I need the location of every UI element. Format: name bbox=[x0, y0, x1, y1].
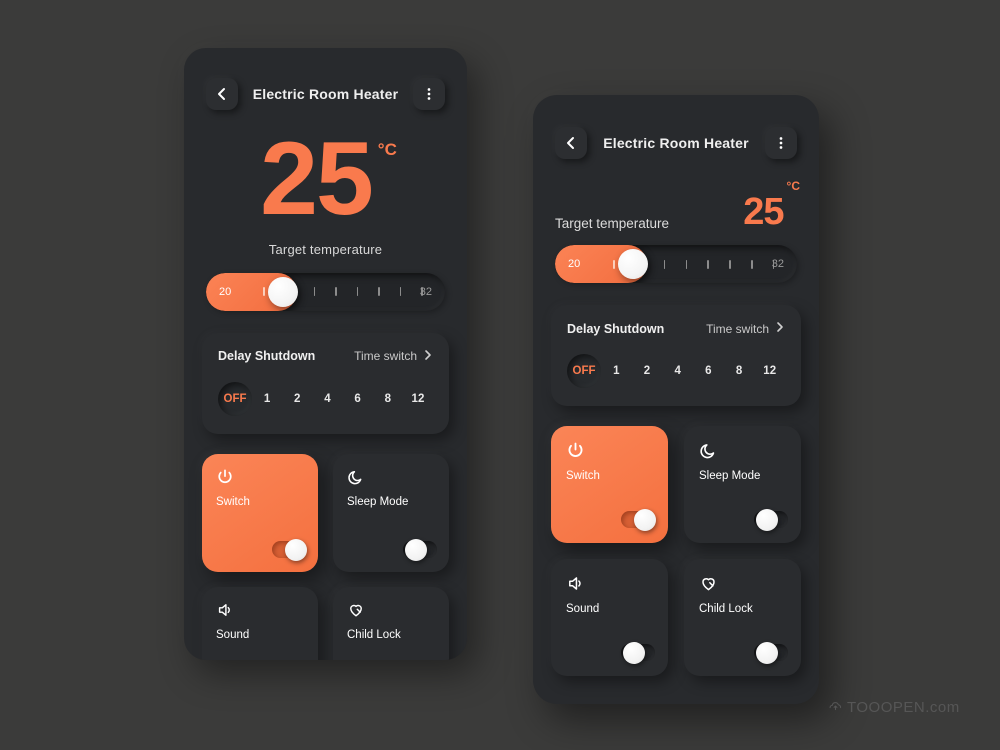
child-lock-icon bbox=[699, 574, 718, 598]
power-icon bbox=[566, 441, 585, 465]
delay-option-off-right[interactable]: OFF bbox=[567, 354, 601, 388]
delay-option-4-right[interactable]: 4 bbox=[662, 365, 693, 377]
temperature-label-right: Target temperature bbox=[555, 216, 670, 231]
temperature-hero: 25 °C bbox=[184, 121, 467, 237]
delay-option-4[interactable]: 4 bbox=[312, 393, 342, 405]
delay-option-2[interactable]: 2 bbox=[282, 393, 312, 405]
tile-label-child-lock: Child Lock bbox=[347, 628, 401, 641]
speaker-icon bbox=[216, 601, 234, 624]
menu-button[interactable] bbox=[412, 78, 445, 110]
more-vertical-icon bbox=[421, 86, 437, 102]
tile-switch[interactable]: Switch bbox=[202, 453, 318, 572]
toggle-knob-sleep-mode-right[interactable] bbox=[756, 509, 778, 531]
tile-child-lock-right[interactable]: Child Lock bbox=[684, 559, 801, 676]
back-button[interactable] bbox=[206, 78, 238, 110]
chevron-left-icon bbox=[563, 135, 579, 151]
watermark: TOOOPEN.com bbox=[828, 698, 960, 717]
toggle-knob-sound-right[interactable] bbox=[623, 642, 645, 664]
tile-label-sound: Sound bbox=[216, 628, 250, 641]
slider-min-label: 20 bbox=[219, 285, 232, 298]
toggle-knob-child-lock-right[interactable] bbox=[756, 642, 778, 664]
slider-wrapper-left: 20 32 bbox=[184, 272, 467, 311]
temperature-readout-right: 25°C bbox=[743, 179, 800, 233]
delay-shutdown-title: Delay Shutdown bbox=[218, 349, 316, 364]
back-button-right[interactable] bbox=[555, 127, 587, 159]
slider-ticks-right bbox=[555, 245, 797, 283]
phone-mockup-left: Electric Room Heater 25 °C Target tempera… bbox=[184, 48, 467, 660]
tile-label-switch-right: Switch bbox=[566, 470, 600, 482]
more-vertical-icon bbox=[773, 135, 789, 151]
delay-shutdown-header: Delay Shutdown Time switch bbox=[218, 349, 433, 364]
delay-option-8[interactable]: 8 bbox=[373, 393, 403, 405]
cloud-home-icon bbox=[828, 698, 843, 717]
delay-shutdown-header-right: Delay Shutdown Time switch bbox=[567, 321, 785, 336]
moon-icon bbox=[699, 441, 718, 465]
delay-option-6[interactable]: 6 bbox=[343, 393, 373, 405]
speaker-icon bbox=[566, 574, 585, 598]
menu-button-right[interactable] bbox=[764, 127, 797, 159]
topbar-left: Electric Room Heater bbox=[184, 48, 467, 110]
tile-sleep-mode[interactable]: Sleep Mode bbox=[333, 453, 449, 572]
tile-label-child-lock-right: Child Lock bbox=[699, 603, 753, 615]
delay-option-12[interactable]: 12 bbox=[403, 393, 433, 405]
temperature-unit-right: °C bbox=[786, 179, 800, 193]
delay-options-left: OFF 1 2 4 6 8 12 bbox=[218, 381, 433, 416]
toggle-knob-switch[interactable] bbox=[285, 538, 307, 561]
slider-max-label-right: 32 bbox=[771, 258, 784, 270]
delay-option-8-right[interactable]: 8 bbox=[724, 365, 755, 377]
slider-thumb-right[interactable] bbox=[617, 249, 648, 279]
slider-max-label: 32 bbox=[419, 285, 432, 298]
tile-label-sleep-mode-right: Sleep Mode bbox=[699, 470, 761, 482]
tile-child-lock[interactable]: Child Lock bbox=[333, 586, 449, 660]
chevron-right-icon bbox=[775, 321, 785, 336]
delay-shutdown-card: Delay Shutdown Time switch OFF 1 2 4 6 8… bbox=[202, 332, 449, 434]
time-switch-label: Time switch bbox=[354, 349, 417, 364]
tile-switch-right[interactable]: Switch bbox=[551, 426, 668, 543]
slider-ticks bbox=[206, 273, 445, 311]
tile-sound-right[interactable]: Sound bbox=[551, 559, 668, 676]
page-title-right: Electric Room Heater bbox=[603, 135, 749, 151]
chevron-right-icon bbox=[423, 349, 433, 364]
delay-option-1[interactable]: 1 bbox=[252, 393, 282, 405]
tile-label-sleep-mode: Sleep Mode bbox=[347, 495, 409, 508]
temperature-value-right: 25 bbox=[743, 191, 784, 233]
time-switch-link-right[interactable]: Time switch bbox=[706, 321, 785, 336]
moon-icon bbox=[347, 468, 365, 491]
child-lock-icon bbox=[347, 601, 365, 624]
delay-option-1-right[interactable]: 1 bbox=[601, 365, 632, 377]
temperature-caption: Target temperature bbox=[268, 241, 383, 257]
control-tiles-right: Switch Sleep Mode Sound Child Lock bbox=[551, 426, 801, 676]
slider-wrapper-right: 20 32 bbox=[533, 245, 819, 283]
delay-option-2-right[interactable]: 2 bbox=[632, 365, 663, 377]
time-switch-link[interactable]: Time switch bbox=[354, 349, 433, 364]
tile-sleep-mode-right[interactable]: Sleep Mode bbox=[684, 426, 801, 543]
delay-shutdown-card-right: Delay Shutdown Time switch OFF 1 2 4 6 8… bbox=[551, 305, 801, 406]
temperature-slider[interactable]: 20 32 bbox=[206, 272, 445, 311]
watermark-text: TOOOPEN.com bbox=[847, 699, 960, 716]
temperature-unit: °C bbox=[377, 140, 397, 159]
tile-label-switch: Switch bbox=[216, 495, 250, 508]
delay-option-12-right[interactable]: 12 bbox=[754, 365, 785, 377]
delay-option-off[interactable]: OFF bbox=[218, 381, 252, 416]
delay-shutdown-title-right: Delay Shutdown bbox=[567, 321, 665, 336]
temperature-row: Target temperature 25°C bbox=[533, 179, 819, 233]
page-title: Electric Room Heater bbox=[252, 86, 399, 102]
temperature-value: 25 bbox=[260, 121, 374, 237]
time-switch-label-right: Time switch bbox=[706, 321, 769, 336]
tile-label-sound-right: Sound bbox=[566, 603, 600, 615]
slider-min-label-right: 20 bbox=[568, 258, 581, 270]
control-tiles-left: Switch Sleep Mode Sound Child Lock bbox=[202, 453, 449, 660]
chevron-left-icon bbox=[214, 86, 230, 102]
delay-option-6-right[interactable]: 6 bbox=[693, 365, 724, 377]
toggle-knob-sleep-mode[interactable] bbox=[405, 538, 427, 561]
topbar-right: Electric Room Heater bbox=[533, 95, 819, 159]
delay-options-right: OFF 1 2 4 6 8 12 bbox=[567, 354, 785, 388]
toggle-knob-switch-right[interactable] bbox=[634, 509, 656, 531]
slider-thumb[interactable] bbox=[268, 276, 299, 307]
phone-mockup-right: Electric Room Heater Target temperature … bbox=[533, 95, 819, 704]
power-icon bbox=[216, 468, 234, 491]
tile-sound[interactable]: Sound bbox=[202, 586, 318, 660]
temperature-slider-right[interactable]: 20 32 bbox=[555, 245, 797, 283]
